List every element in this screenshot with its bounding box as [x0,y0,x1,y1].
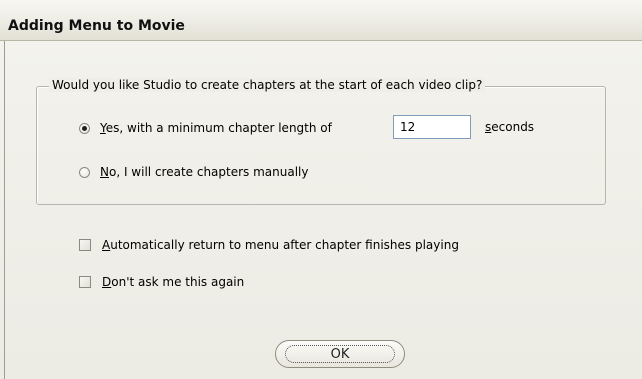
dialog-window: Adding Menu to Movie Would you like Stud… [0,0,642,379]
checkbox-return-to-menu-box[interactable] [79,239,91,251]
dialog-title: Adding Menu to Movie [8,18,185,34]
seconds-label-rest: econds [491,120,535,134]
checkbox-return-to-menu-label-rest: utomatically return to menu after chapte… [110,238,459,252]
radio-auto-chapters[interactable]: Yes, with a minimum chapter length of [79,121,332,135]
radio-manual-chapters-accel: N [100,165,109,179]
checkbox-dont-ask-again-box[interactable] [79,276,91,288]
radio-manual-chapters-label[interactable]: No, I will create chapters manually [100,165,308,179]
checkbox-return-to-menu-accel: A [102,238,111,252]
radio-manual-chapters-circle[interactable] [79,166,90,178]
radio-auto-chapters-label[interactable]: Yes, with a minimum chapter length of [100,121,332,135]
radio-auto-chapters-label-rest: es, with a minimum chapter length of [105,121,332,135]
chapters-group-legend: Would you like Studio to create chapters… [49,78,486,92]
seconds-label: seconds [485,120,534,134]
chapters-groupbox [36,86,606,205]
radio-manual-chapters-label-rest: o, I will create chapters manually [108,165,309,179]
checkbox-dont-ask-again-label-rest: on't ask me this again [111,275,245,289]
checkbox-return-to-menu-label[interactable]: Automatically return to menu after chapt… [102,238,459,252]
checkbox-dont-ask-again-accel: D [102,275,112,289]
radio-auto-chapters-circle[interactable] [79,122,90,134]
checkbox-return-to-menu[interactable]: Automatically return to menu after chapt… [79,238,459,252]
min-chapter-length-input[interactable] [393,115,471,139]
dialog-left-border [4,41,5,379]
ok-button-label: OK [330,346,350,362]
checkbox-dont-ask-again[interactable]: Don't ask me this again [79,275,244,289]
dialog-titlebar[interactable]: Adding Menu to Movie [0,0,642,41]
checkbox-dont-ask-again-label[interactable]: Don't ask me this again [102,275,244,289]
radio-manual-chapters[interactable]: No, I will create chapters manually [79,165,308,179]
ok-button[interactable]: OK [275,340,405,368]
